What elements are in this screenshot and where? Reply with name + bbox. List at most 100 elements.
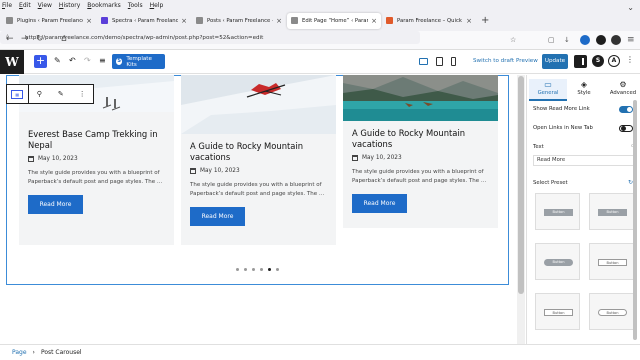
post-date: May 10, 2023 (352, 155, 489, 161)
post-title[interactable]: A Guide to Rocky Mountain vacations (190, 141, 327, 163)
show-read-more-row: Show Read More Link (533, 106, 637, 113)
show-read-more-toggle[interactable] (619, 106, 633, 113)
read-more-button[interactable]: Read More (190, 207, 245, 226)
preset-option[interactable]: Button (589, 293, 634, 330)
pocket-icon[interactable]: ▢ (548, 36, 555, 44)
close-icon[interactable]: × (181, 17, 187, 25)
menu-bookmarks[interactable]: Bookmarks (87, 2, 121, 9)
calendar-icon (190, 168, 196, 174)
tab-general[interactable]: ▭ General (529, 79, 567, 101)
close-icon[interactable]: × (466, 17, 472, 25)
menu-view[interactable]: View (38, 2, 52, 9)
menu-icon[interactable]: ≡ (627, 35, 635, 45)
post-date-text: May 10, 2023 (362, 155, 402, 161)
drag-handle-icon[interactable]: ⚲ (29, 85, 51, 103)
redo-icon[interactable]: ↷ (84, 56, 91, 65)
more-options-icon[interactable]: ⋮ (72, 85, 94, 103)
browser-tab[interactable]: Spectra ‹ Param Freelance — W × (97, 13, 191, 29)
close-icon[interactable]: × (86, 17, 92, 25)
browser-tab-active[interactable]: Edit Page “Home” ‹ Param Free × (287, 12, 381, 29)
pencil-icon[interactable]: ✎ (54, 56, 61, 65)
back-icon[interactable]: ← (6, 34, 14, 44)
preview-button[interactable]: Preview (516, 58, 538, 64)
carousel-dot[interactable] (276, 268, 279, 271)
close-icon[interactable]: × (371, 17, 377, 25)
calendar-icon (28, 156, 34, 162)
settings-sidebar-icon[interactable] (574, 55, 587, 68)
extension-icon[interactable] (611, 35, 621, 45)
update-button[interactable]: Update (542, 54, 568, 69)
list-view-icon[interactable]: ≡ (99, 56, 106, 65)
extension-icon[interactable] (580, 35, 590, 45)
carousel-dot-active[interactable] (268, 268, 271, 271)
preset-option[interactable]: Button (535, 243, 580, 280)
read-more-text-input[interactable]: Read More (533, 155, 637, 166)
carousel-dot[interactable] (252, 268, 255, 271)
menu-tools[interactable]: Tools (128, 2, 143, 9)
tab-style-label: Style (577, 90, 591, 96)
forward-icon[interactable]: → (21, 34, 29, 44)
spectra-icon[interactable]: S (592, 55, 604, 67)
inspector-scrollbar[interactable] (633, 100, 637, 340)
post-date: May 10, 2023 (28, 156, 165, 162)
bookmark-star-icon[interactable]: ☆ (510, 36, 516, 44)
block-inspector: ▭ General ◈ Style ⚙ Advanced Show Read M… (526, 75, 640, 344)
astra-icon[interactable]: A (608, 55, 620, 67)
extension-icon[interactable] (596, 35, 606, 45)
preset-option[interactable]: Button (535, 193, 580, 230)
tab-title: Spectra ‹ Param Freelance — W (112, 17, 179, 24)
switch-to-draft-button[interactable]: Switch to draft (473, 58, 514, 64)
tablet-preview-icon[interactable] (436, 57, 443, 66)
template-kits-button[interactable]: S Template Kits (112, 54, 165, 69)
options-icon[interactable]: ⋮ (626, 55, 634, 64)
post-image (343, 75, 498, 121)
menu-help[interactable]: Help (150, 2, 164, 9)
open-new-tab-label: Open Links in New Tab (533, 125, 593, 131)
browser-tab[interactable]: Posts ‹ Param Freelance — Wor × (192, 13, 286, 29)
editor-canvas: Everest Base Camp Trekking in Nepal May … (0, 75, 526, 344)
menu-file[interactable]: File (2, 2, 12, 9)
read-more-button[interactable]: Read More (352, 194, 407, 213)
desktop-preview-icon[interactable] (419, 58, 428, 65)
preset-option[interactable]: Button (589, 193, 634, 230)
post-title[interactable]: Everest Base Camp Trekking in Nepal (28, 129, 165, 151)
tab-advanced[interactable]: ⚙ Advanced (604, 79, 640, 101)
browser-menubar: File Edit View History Bookmarks Tools H… (0, 0, 640, 10)
preset-button-preview: Button (598, 309, 627, 316)
breadcrumb-separator-icon: › (32, 349, 35, 356)
preset-option[interactable]: Button (589, 243, 634, 280)
breadcrumb-page[interactable]: Page (12, 349, 27, 356)
carousel-dot[interactable] (236, 268, 239, 271)
new-tab-icon[interactable]: + (481, 15, 489, 26)
wordpress-logo-icon[interactable]: W (0, 50, 24, 74)
preset-option[interactable]: Button (535, 293, 580, 330)
downloads-icon[interactable]: ↓ (564, 36, 570, 44)
list-tabs-icon[interactable]: ⌄ (627, 3, 634, 12)
mobile-preview-icon[interactable] (451, 57, 456, 66)
post-date-text: May 10, 2023 (200, 168, 240, 174)
breadcrumb-current[interactable]: Post Carousel (41, 349, 82, 356)
post-title[interactable]: A Guide to Rocky Mountain vacations (352, 128, 489, 150)
home-icon[interactable]: ⌂ (61, 34, 67, 44)
carousel-dot[interactable] (260, 268, 263, 271)
preset-button-preview: Button (544, 309, 573, 316)
read-more-button[interactable]: Read More (28, 195, 83, 214)
preset-button-preview: Button (598, 209, 627, 216)
canvas-scrollbar-thumb[interactable] (518, 76, 524, 294)
close-icon[interactable]: × (276, 17, 282, 25)
browser-tab[interactable]: Param Freelance – Quick Tips! × (382, 13, 476, 29)
pencil-icon[interactable]: ✎ (50, 85, 72, 103)
menu-edit[interactable]: Edit (19, 2, 31, 9)
tab-style[interactable]: ◈ Style (565, 79, 603, 101)
browser-tab[interactable]: Plugins ‹ Param Freelance — W × (2, 13, 96, 29)
preset-button-preview: Button (544, 209, 573, 216)
carousel-dot[interactable] (244, 268, 247, 271)
undo-icon[interactable]: ↶ (69, 56, 76, 65)
block-type-button[interactable]: ▦ (7, 85, 29, 103)
paint-bucket-icon: ◈ (580, 80, 588, 89)
block-breadcrumb: Page › Post Carousel (0, 344, 640, 360)
menu-history[interactable]: History (59, 2, 80, 9)
open-new-tab-toggle[interactable] (619, 125, 633, 132)
add-block-button[interactable]: + (34, 55, 47, 68)
reload-icon[interactable]: ↻ (36, 34, 44, 44)
